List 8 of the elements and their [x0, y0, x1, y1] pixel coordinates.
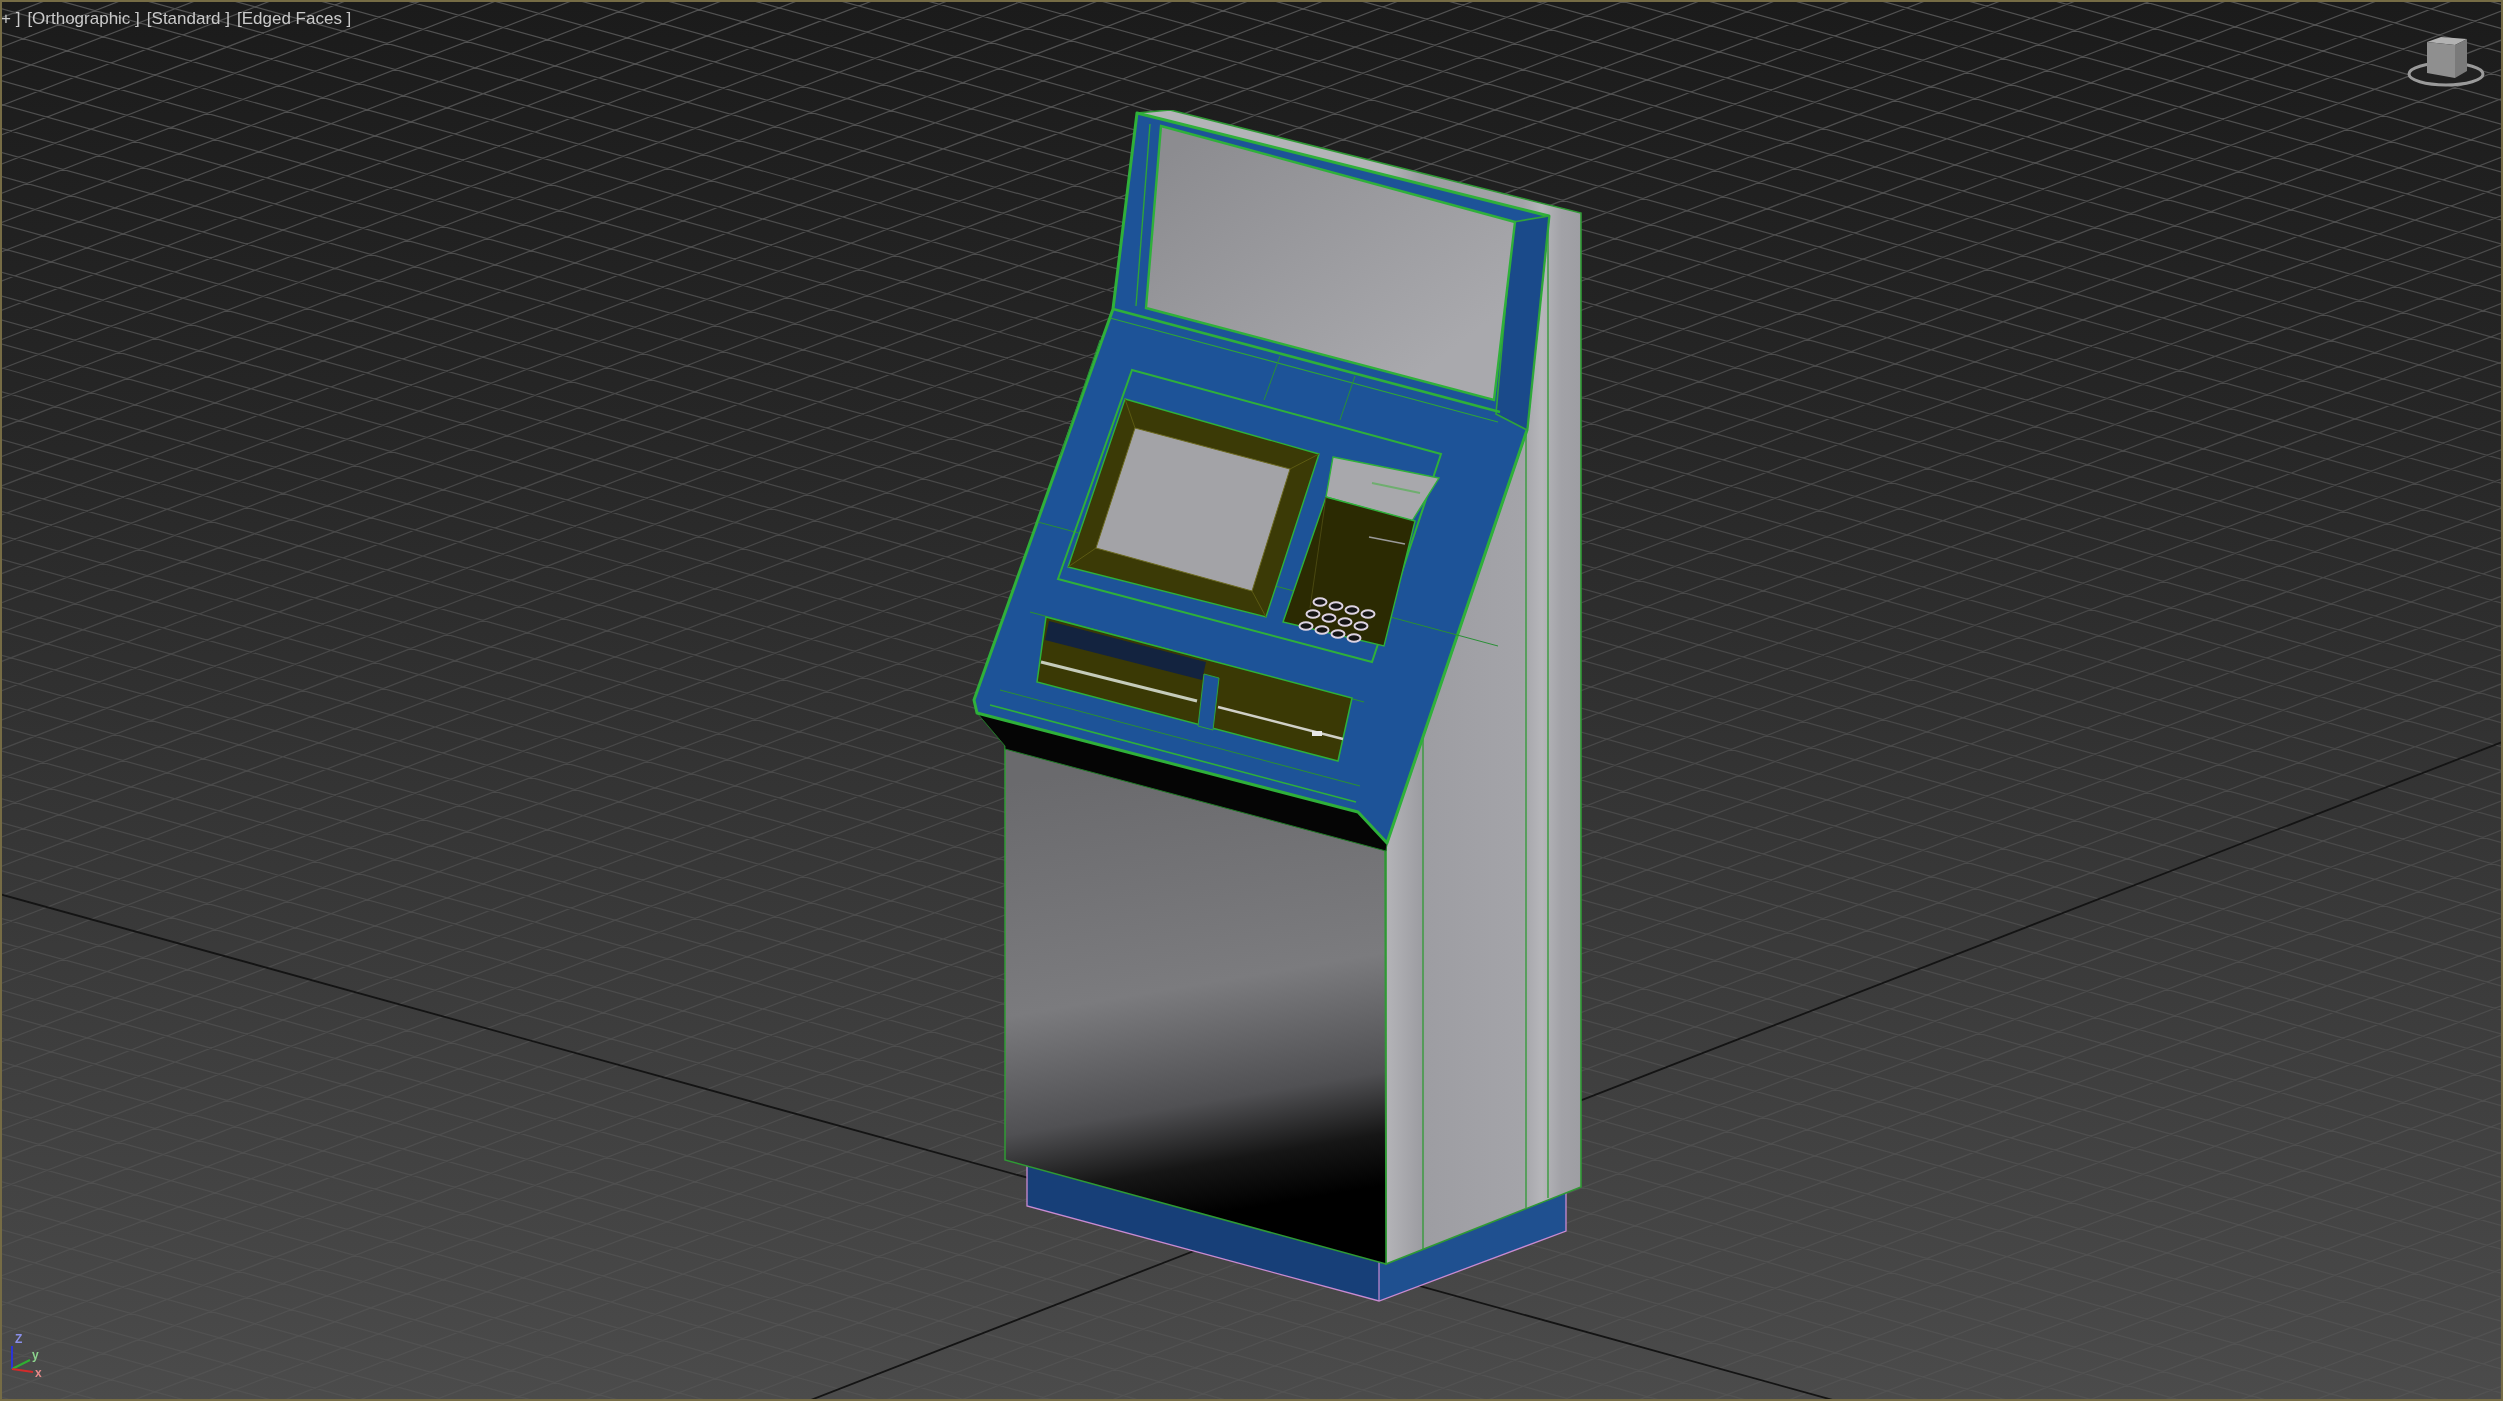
- axis-label: Z: [15, 1332, 23, 1346]
- axis-label: x: [35, 1366, 42, 1380]
- viewport-menu-label[interactable]: [Orthographic ]: [27, 9, 140, 29]
- viewcube-icon[interactable]: [2406, 34, 2486, 88]
- viewport-menu-label[interactable]: [Standard ]: [146, 9, 230, 29]
- viewport-menu-label[interactable]: + ]: [2, 9, 21, 29]
- viewport-menu-label[interactable]: [Edged Faces ]: [237, 9, 352, 29]
- axis-label: y: [32, 1348, 39, 1362]
